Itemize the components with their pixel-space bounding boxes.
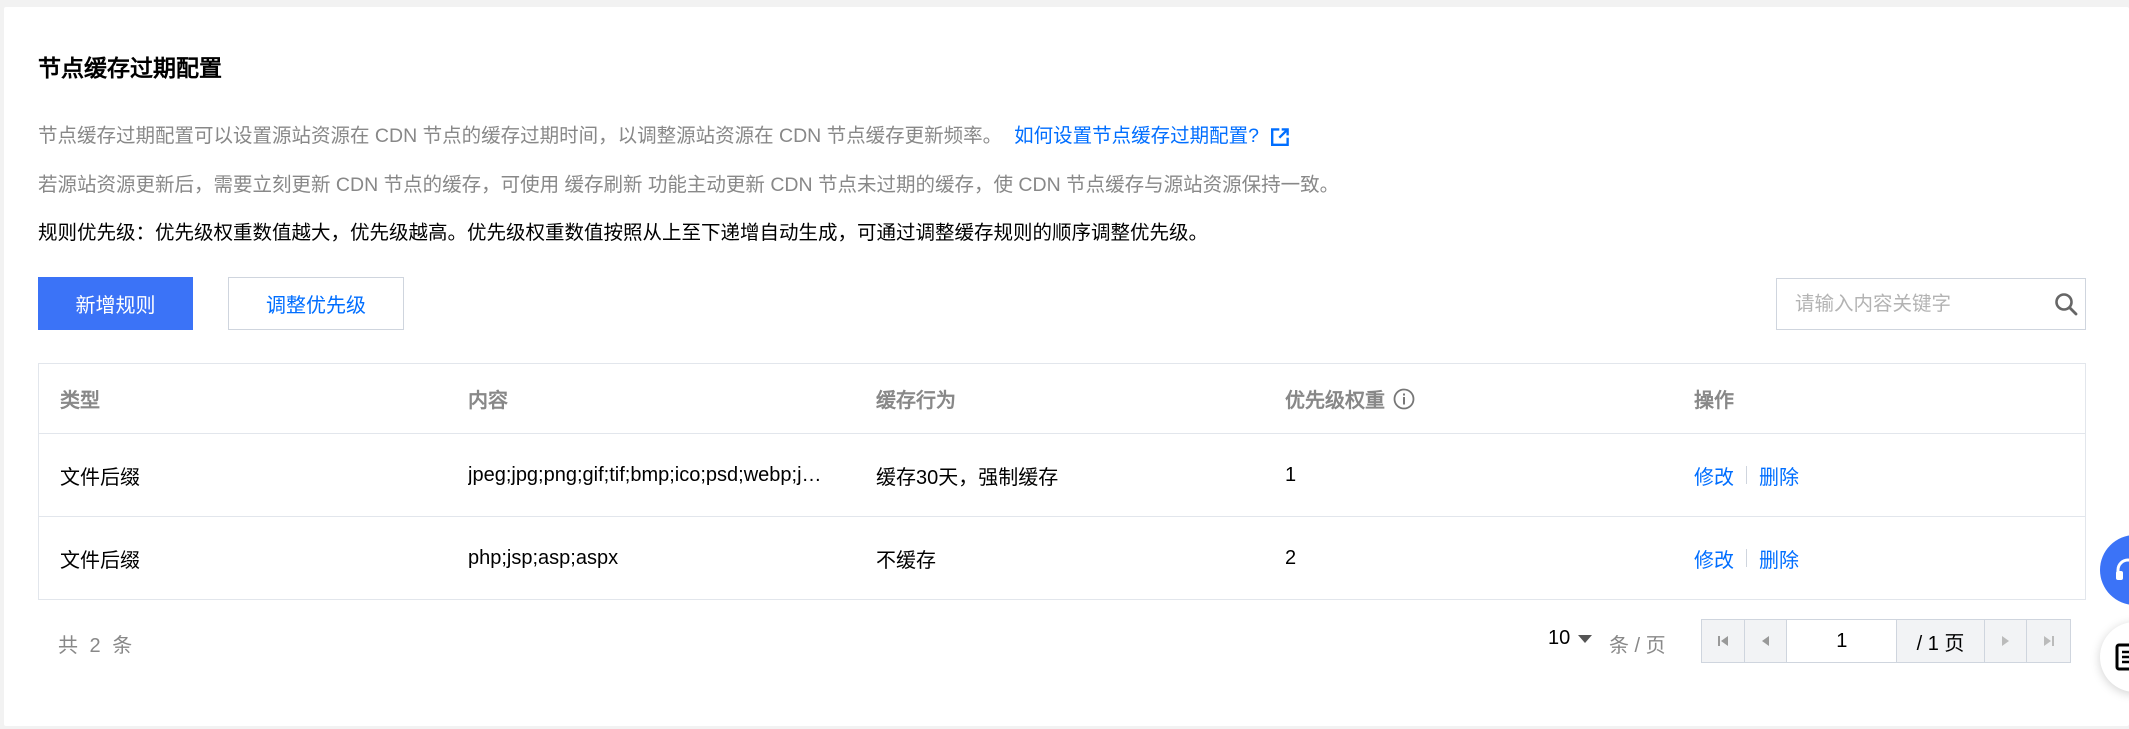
headset-icon <box>2116 558 2129 580</box>
header-behavior: 缓存行为 <box>876 390 956 412</box>
info-icon[interactable] <box>1393 388 1415 410</box>
search-icon[interactable] <box>2046 292 2085 316</box>
table-row: 文件后缀 jpeg;jpg;png;gif;tif;bmp;ico;psd;we… <box>39 434 2085 517</box>
adjust-priority-button[interactable]: 调整优先级 <box>228 277 404 330</box>
pagination: / 1 页 <box>1701 619 2071 663</box>
cell-behavior: 不缓存 <box>876 549 936 572</box>
edit-link[interactable]: 修改 <box>1694 544 1734 573</box>
total-pages: / 1 页 <box>1897 620 1985 662</box>
table-header: 类型 内容 缓存行为 优先级权重 操作 <box>39 364 2085 434</box>
total-count: 共 2 条 <box>58 635 133 657</box>
page-size-select[interactable]: 10 <box>1548 627 1593 650</box>
description-text-1: 节点缓存过期配置可以设置源站资源在 CDN 节点的缓存过期时间，以调整源站资源在… <box>38 125 1003 147</box>
page-title: 节点缓存过期配置 <box>38 55 222 81</box>
last-page-button[interactable] <box>2027 620 2070 662</box>
search-input[interactable] <box>1777 279 2046 329</box>
header-weight: 优先级权重 <box>1285 364 1665 433</box>
header-weight-label: 优先级权重 <box>1285 390 1385 412</box>
cell-type: 文件后缀 <box>60 466 140 489</box>
search-box <box>1776 278 2086 330</box>
cell-weight: 1 <box>1285 463 1297 486</box>
last-page-icon <box>2043 636 2054 646</box>
delete-link[interactable]: 删除 <box>1759 461 1799 490</box>
cell-content-text: jpeg;jpg;png;gif;tif;bmp;ico;psd;webp;j… <box>468 463 822 486</box>
cell-behavior: 缓存30天，强制缓存 <box>876 466 1059 489</box>
cell-type: 文件后缀 <box>60 549 140 572</box>
help-link[interactable]: 如何设置节点缓存过期配置? <box>1014 125 1259 147</box>
action-divider <box>1746 466 1747 484</box>
delete-link[interactable]: 删除 <box>1759 544 1799 573</box>
edit-link[interactable]: 修改 <box>1694 461 1734 490</box>
description-line-1: 节点缓存过期配置可以设置源站资源在 CDN 节点的缓存过期时间，以调整源站资源在… <box>38 119 1290 152</box>
cell-content: jpeg;jpg;png;gif;tif;bmp;ico;psd;webp;j… <box>468 434 848 516</box>
action-divider <box>1746 549 1747 567</box>
header-actions: 操作 <box>1694 390 1734 412</box>
prev-page-icon <box>1761 636 1769 646</box>
cell-actions: 修改 删除 <box>1694 434 2074 516</box>
cache-config-card: 节点缓存过期配置 节点缓存过期配置可以设置源站资源在 CDN 节点的缓存过期时间… <box>4 7 2129 726</box>
per-page-label: 条 / 页 <box>1609 635 1666 657</box>
description-line-2: 若源站资源更新后，需要立刻更新 CDN 节点的缓存，可使用 缓存刷新 功能主动更… <box>38 174 1340 196</box>
next-page-icon <box>2002 636 2010 646</box>
page-number-input[interactable] <box>1787 620 1898 662</box>
first-page-icon <box>1717 636 1728 646</box>
cache-rules-table: 类型 内容 缓存行为 优先级权重 操作 文件后缀 jpeg;jpg;png;gi… <box>38 363 2086 600</box>
page-size-value: 10 <box>1548 627 1571 649</box>
caret-down-icon <box>1578 634 1593 643</box>
next-page-button[interactable] <box>1984 620 2028 662</box>
cell-content: php;jsp;asp;aspx <box>468 546 619 569</box>
header-content: 内容 <box>468 390 508 412</box>
add-rule-button[interactable]: 新增规则 <box>38 277 193 330</box>
cell-weight: 2 <box>1285 546 1297 569</box>
prev-page-button[interactable] <box>1744 620 1788 662</box>
table-row: 文件后缀 php;jsp;asp;aspx 不缓存 2 修改 删除 <box>39 517 2085 599</box>
first-page-button[interactable] <box>1702 620 1745 662</box>
cell-actions: 修改 删除 <box>1694 517 2074 599</box>
external-link-icon[interactable] <box>1271 127 1290 152</box>
header-type: 类型 <box>60 390 100 412</box>
document-icon <box>2115 643 2129 671</box>
priority-rule-text: 规则优先级：优先级权重数值越大，优先级越高。优先级权重数值按照从上至下递增自动生… <box>38 222 1209 244</box>
